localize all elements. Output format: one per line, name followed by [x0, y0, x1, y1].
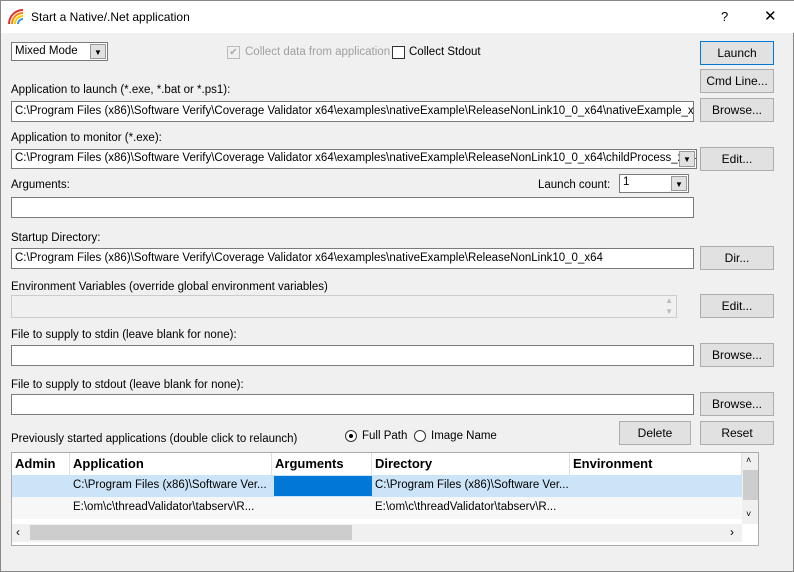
browse-stdout-button[interactable]: Browse...: [700, 392, 774, 416]
collect-stdout-label: Collect Stdout: [409, 46, 481, 58]
scroll-up-icon[interactable]: ˄: [746, 455, 751, 465]
column-header-directory[interactable]: Directory: [372, 453, 570, 475]
reset-button[interactable]: Reset: [700, 421, 774, 445]
browse-stdin-button[interactable]: Browse...: [700, 343, 774, 367]
window-title: Start a Native/.Net application: [31, 10, 190, 24]
launch-count-combo[interactable]: 1 ▼: [619, 174, 689, 193]
scroll-up-icon[interactable]: ▲: [665, 296, 673, 305]
app-monitor-value: C:\Program Files (x86)\Software Verify\C…: [15, 152, 697, 164]
dir-button[interactable]: Dir...: [700, 246, 774, 270]
scroll-right-icon[interactable]: ›: [730, 525, 734, 539]
scroll-left-icon[interactable]: ‹: [16, 525, 20, 539]
cmd-line-button[interactable]: Cmd Line...: [700, 69, 774, 93]
horizontal-scroll-thumb[interactable]: [30, 525, 352, 540]
cell-application: C:\Program Files (x86)\Software Ver...: [73, 479, 267, 491]
chevron-down-icon: ▼: [90, 44, 106, 59]
env-label: Environment Variables (override global e…: [11, 281, 328, 293]
edit-env-button[interactable]: Edit...: [700, 294, 774, 318]
app-launch-input[interactable]: C:\Program Files (x86)\Software Verify\C…: [11, 101, 694, 122]
scroll-down-icon[interactable]: ▼: [665, 307, 673, 316]
launch-button[interactable]: Launch: [700, 41, 774, 65]
table-row[interactable]: E:\om\c\threadValidator\tabserv\R... E:\…: [12, 497, 742, 519]
mode-value: Mixed Mode: [15, 45, 78, 57]
stdin-label: File to supply to stdin (leave blank for…: [11, 329, 237, 341]
chevron-down-icon: ▼: [671, 176, 687, 191]
stdout-label: File to supply to stdout (leave blank fo…: [11, 379, 244, 391]
close-button[interactable]: ✕: [764, 7, 777, 25]
cell-environment: [570, 497, 742, 519]
vertical-scrollbar[interactable]: ˄ ˅: [742, 453, 758, 524]
horizontal-scrollbar[interactable]: ‹ ›: [12, 524, 742, 542]
app-monitor-combo[interactable]: C:\Program Files (x86)\Software Verify\C…: [11, 149, 697, 169]
column-header-arguments[interactable]: Arguments: [272, 453, 372, 475]
app-monitor-label: Application to monitor (*.exe):: [11, 132, 162, 144]
launch-count-label: Launch count:: [538, 179, 611, 191]
stdout-input[interactable]: [11, 394, 694, 415]
arguments-input[interactable]: [11, 197, 694, 218]
stdin-input[interactable]: [11, 345, 694, 366]
browse-app-button[interactable]: Browse...: [700, 98, 774, 122]
startup-dir-input[interactable]: C:\Program Files (x86)\Software Verify\C…: [11, 248, 694, 269]
title-bar: Start a Native/.Net application ? ✕: [1, 1, 794, 33]
table-row[interactable]: C:\Program Files (x86)\Software Ver... C…: [12, 475, 742, 497]
chevron-down-icon: ▼: [679, 151, 695, 167]
cell-arguments: [272, 497, 372, 519]
cell-admin: [12, 475, 70, 497]
previous-label: Previously started applications (double …: [11, 433, 298, 445]
vertical-scroll-thumb[interactable]: [743, 470, 758, 500]
arguments-label: Arguments:: [11, 179, 70, 191]
scroll-down-icon[interactable]: ˅: [746, 509, 751, 519]
help-button[interactable]: ?: [721, 9, 728, 24]
collect-data-label: Collect data from application: [245, 46, 391, 58]
collect-stdout-checkbox[interactable]: [392, 46, 405, 59]
image-name-label: Image Name: [431, 430, 497, 442]
cell-application: E:\om\c\threadValidator\tabserv\R...: [73, 501, 255, 513]
startup-dir-label: Startup Directory:: [11, 232, 101, 244]
mode-select[interactable]: Mixed Mode ▼: [11, 42, 108, 61]
cell-arguments: [274, 476, 372, 496]
previous-apps-table[interactable]: Admin Application Arguments Directory En…: [11, 452, 759, 546]
edit-monitor-button[interactable]: Edit...: [700, 147, 774, 171]
cell-admin: [12, 497, 70, 519]
cell-environment: [570, 475, 742, 497]
full-path-radio[interactable]: [345, 430, 357, 442]
app-icon: [8, 9, 24, 25]
column-header-application[interactable]: Application: [70, 453, 272, 475]
delete-button[interactable]: Delete: [619, 421, 691, 445]
env-textarea: ▲ ▼: [11, 295, 677, 318]
full-path-label: Full Path: [362, 430, 408, 442]
column-header-admin[interactable]: Admin: [12, 453, 70, 475]
cell-directory: E:\om\c\threadValidator\tabserv\R...: [375, 501, 557, 513]
radio-dot: [349, 434, 353, 438]
launch-count-value: 1: [623, 176, 630, 188]
app-launch-label: Application to launch (*.exe, *.bat or *…: [11, 84, 231, 96]
column-header-environment[interactable]: Environment: [570, 453, 742, 475]
image-name-radio[interactable]: [414, 430, 426, 442]
collect-data-checkbox[interactable]: ✔: [227, 46, 240, 59]
cell-directory: C:\Program Files (x86)\Software Ver...: [375, 479, 569, 491]
